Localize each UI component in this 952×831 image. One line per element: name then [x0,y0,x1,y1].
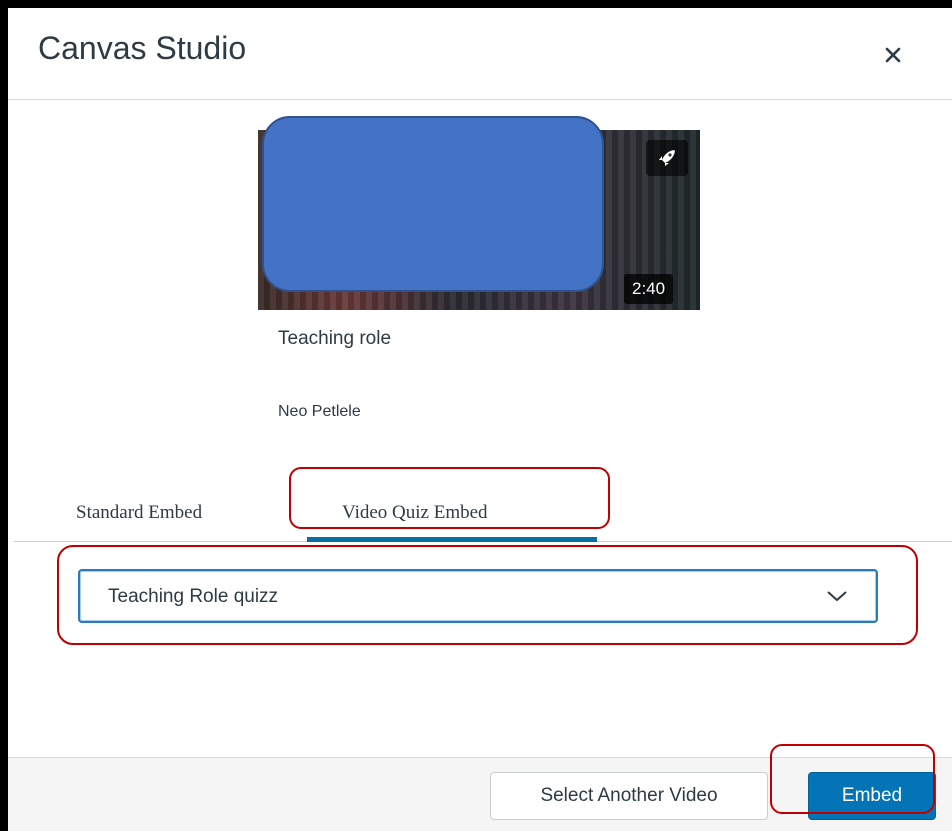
rocket-badge [646,140,688,176]
dialog-header: Canvas Studio [8,8,952,100]
tab-video-quiz-embed[interactable]: Video Quiz Embed [342,502,488,524]
select-another-video-button[interactable]: Select Another Video [490,772,768,820]
chevron-down-icon [827,591,847,602]
dialog-title: Canvas Studio [38,30,247,66]
quiz-select-value: Teaching Role quizz [108,586,279,607]
rocket-icon [659,150,675,166]
video-title: Teaching role [278,328,392,349]
quiz-select[interactable]: Teaching Role quizz [78,569,878,623]
embed-button[interactable]: Embed [808,772,936,820]
redaction-box [262,116,604,292]
tab-active-indicator [307,537,597,542]
close-icon [885,47,901,63]
close-button[interactable] [876,38,910,72]
video-author: Neo Petlele [278,403,361,420]
video-duration: 2:40 [624,274,674,304]
tab-standard-embed[interactable]: Standard Embed [76,502,202,524]
